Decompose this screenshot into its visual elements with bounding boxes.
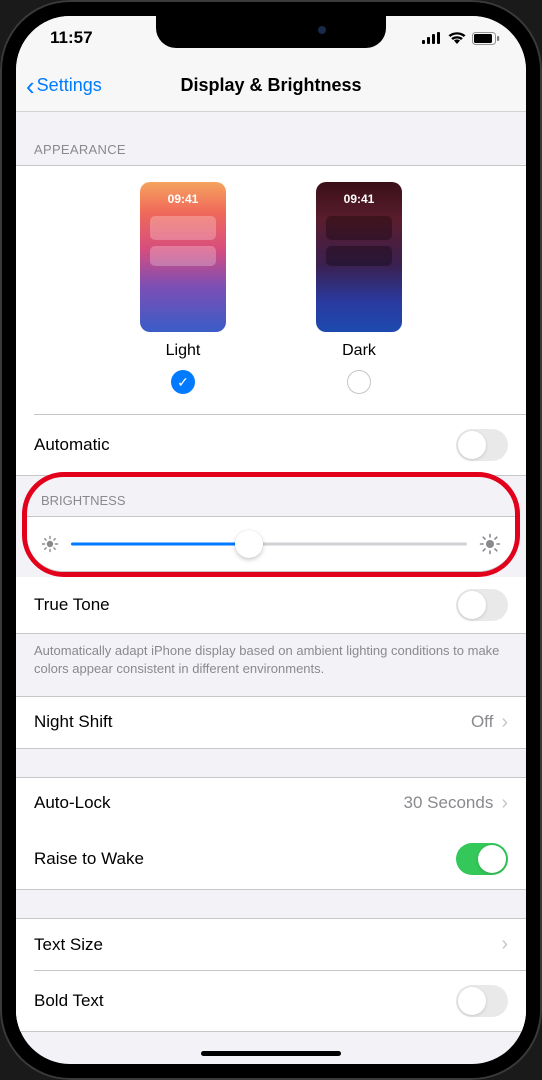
status-indicators [422, 32, 500, 45]
device-notch [156, 16, 386, 48]
raise-to-wake-label: Raise to Wake [34, 849, 456, 869]
brightness-slider[interactable] [71, 529, 467, 559]
automatic-label: Automatic [34, 435, 456, 455]
back-button[interactable]: ‹ Settings [26, 73, 102, 99]
back-label: Settings [37, 75, 102, 96]
spacer [16, 749, 526, 777]
sun-max-icon [479, 533, 501, 555]
night-shift-label: Night Shift [34, 712, 471, 732]
chevron-right-icon: › [501, 792, 508, 815]
page-title: Display & Brightness [180, 75, 361, 96]
navigation-bar: ‹ Settings Display & Brightness [16, 60, 526, 112]
auto-lock-label: Auto-Lock [34, 793, 404, 813]
appearance-group: 09:41 Light ✓ 09:41 Dark [16, 165, 526, 476]
spacer [16, 890, 526, 918]
screen: 11:57 ‹ Settings Display & Brightness [16, 16, 526, 1064]
appearance-mode-dark[interactable]: 09:41 Dark [316, 182, 402, 394]
slider-fill [71, 542, 249, 545]
brightness-slider-row [27, 516, 515, 572]
preview-time: 09:41 [316, 192, 402, 206]
battery-icon [472, 32, 500, 45]
dark-mode-radio[interactable] [347, 370, 371, 394]
chevron-right-icon: › [501, 711, 508, 734]
auto-lock-value: 30 Seconds [404, 793, 494, 813]
text-size-label: Text Size [34, 935, 501, 955]
chevron-left-icon: ‹ [26, 73, 35, 99]
night-shift-group: Night Shift Off › [16, 696, 526, 749]
slider-thumb[interactable] [235, 530, 263, 558]
section-header-brightness: BRIGHTNESS [27, 477, 515, 516]
night-shift-value: Off [471, 712, 493, 732]
dark-mode-label: Dark [342, 342, 376, 360]
true-tone-group: True Tone [16, 577, 526, 634]
chevron-right-icon: › [501, 933, 508, 956]
automatic-toggle[interactable] [456, 429, 508, 461]
text-size-row[interactable]: Text Size › [16, 919, 526, 970]
appearance-mode-light[interactable]: 09:41 Light ✓ [140, 182, 226, 394]
light-mode-radio[interactable]: ✓ [171, 370, 195, 394]
dark-mode-preview: 09:41 [316, 182, 402, 332]
status-time: 11:57 [50, 28, 93, 48]
light-mode-preview: 09:41 [140, 182, 226, 332]
device-frame: 11:57 ‹ Settings Display & Brightness [0, 0, 542, 1080]
bold-text-label: Bold Text [34, 991, 456, 1011]
automatic-row[interactable]: Automatic [16, 415, 526, 475]
text-group: Text Size › Bold Text [16, 918, 526, 1032]
bold-text-toggle[interactable] [456, 985, 508, 1017]
preview-time: 09:41 [140, 192, 226, 206]
checkmark-icon: ✓ [177, 374, 189, 391]
bold-text-row[interactable]: Bold Text [16, 971, 526, 1031]
wifi-icon [448, 32, 466, 44]
home-indicator[interactable] [201, 1051, 341, 1056]
light-mode-label: Light [166, 342, 201, 360]
true-tone-toggle[interactable] [456, 589, 508, 621]
auto-lock-row[interactable]: Auto-Lock 30 Seconds › [16, 778, 526, 829]
section-header-appearance: APPEARANCE [16, 112, 526, 165]
lock-group: Auto-Lock 30 Seconds › Raise to Wake [16, 777, 526, 891]
night-shift-row[interactable]: Night Shift Off › [16, 697, 526, 748]
appearance-mode-row: 09:41 Light ✓ 09:41 Dark [16, 166, 526, 414]
true-tone-row[interactable]: True Tone [16, 577, 526, 633]
raise-to-wake-row[interactable]: Raise to Wake [16, 829, 526, 889]
sun-min-icon [41, 535, 59, 553]
brightness-highlight: BRIGHTNESS [22, 472, 520, 577]
raise-to-wake-toggle[interactable] [456, 843, 508, 875]
cellular-signal-icon [422, 32, 442, 44]
true-tone-footer: Automatically adapt iPhone display based… [16, 634, 526, 696]
true-tone-label: True Tone [34, 595, 456, 615]
